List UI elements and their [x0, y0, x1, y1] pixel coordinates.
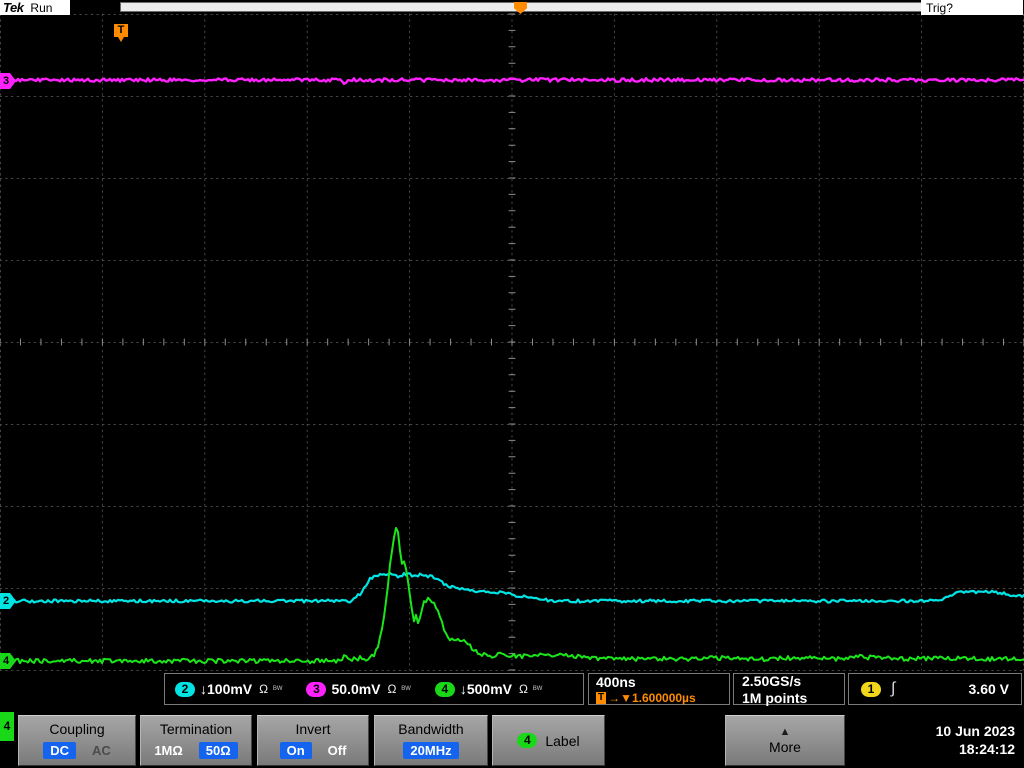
coupling-option-dc[interactable]: DC: [43, 742, 76, 759]
label-channel-badge: 4: [517, 733, 537, 748]
label-button-text: Label: [545, 733, 579, 749]
trigger-readout[interactable]: 1 ∫ 3.60 V: [848, 673, 1022, 705]
channel-3-bandwidth-limit-icon: ᴮᵂ: [402, 684, 411, 694]
record-view-bar[interactable]: [120, 2, 1022, 12]
channel-4-termination: Ω: [519, 682, 528, 696]
more-up-icon: ▲: [780, 727, 791, 737]
bandwidth-option-20mhz[interactable]: 20MHz: [403, 742, 458, 759]
trigger-slope-icon: ∫: [891, 680, 895, 698]
channel-4-scale: ↓500mV: [460, 681, 512, 697]
channel-2-readout[interactable]: 2 ↓100mV Ω ᴮᵂ: [175, 681, 282, 697]
channel-scale-readouts[interactable]: 2 ↓100mV Ω ᴮᵂ 3 50.0mV Ω ᴮᵂ 4 ↓500mV Ω ᴮ…: [164, 673, 584, 705]
bandwidth-title: Bandwidth: [375, 721, 487, 737]
trigger-status-box: Trig?: [921, 0, 1023, 15]
channel-2-scale: ↓100mV: [200, 681, 252, 697]
channel-2-bandwidth-limit-icon: ᴮᵂ: [273, 684, 282, 694]
invert-button[interactable]: Invert On Off: [257, 715, 369, 766]
horizontal-scale: 400ns: [596, 674, 636, 690]
termination-option-50ohm[interactable]: 50Ω: [199, 742, 238, 759]
channel-4-bandwidth-limit-icon: ᴮᵂ: [533, 684, 542, 694]
more-button[interactable]: ▲ More: [725, 715, 845, 766]
channel-3-badge: 3: [306, 682, 326, 697]
termination-option-1mohm[interactable]: 1MΩ: [154, 743, 182, 758]
acquisition-readout[interactable]: 2.50GS/s 1M points: [733, 673, 845, 705]
graticule-and-waveforms: [0, 0, 1024, 768]
trigger-status-label: Trig?: [926, 1, 953, 15]
trigger-position-readout: T →▼1.600000µs: [596, 691, 696, 705]
invert-option-off[interactable]: Off: [328, 743, 347, 758]
invert-title: Invert: [258, 721, 368, 737]
tek-logo: Tek: [3, 0, 23, 15]
termination-button[interactable]: Termination 1MΩ 50Ω: [140, 715, 252, 766]
active-channel-tab[interactable]: 4: [0, 712, 14, 741]
oscilloscope-screen: Tek Run Trig? T 3 2 4 2 ↓100mV Ω ᴮᵂ 3 50…: [0, 0, 1024, 768]
coupling-button[interactable]: Coupling DC AC: [18, 715, 136, 766]
top-status-area: Tek Run: [0, 0, 70, 15]
channel-3-termination: Ω: [388, 682, 397, 696]
channel-4-readout[interactable]: 4 ↓500mV Ω ᴮᵂ: [435, 681, 542, 697]
record-length: 1M points: [742, 690, 807, 706]
channel-3-readout[interactable]: 3 50.0mV Ω ᴮᵂ: [306, 681, 410, 697]
timebase-readout[interactable]: 400ns T →▼1.600000µs: [588, 673, 730, 705]
channel-2-badge: 2: [175, 682, 195, 697]
label-button[interactable]: 4 Label: [492, 715, 605, 766]
trigger-position-flag-icon[interactable]: T: [114, 24, 128, 37]
coupling-title: Coupling: [19, 721, 135, 737]
coupling-option-ac[interactable]: AC: [92, 743, 111, 758]
termination-title: Termination: [141, 721, 251, 737]
trigger-delay-value: →▼1.600000µs: [608, 691, 696, 705]
acquisition-run-state: Run: [30, 1, 52, 15]
more-button-text: More: [769, 739, 801, 755]
bandwidth-button[interactable]: Bandwidth 20MHz: [374, 715, 488, 766]
channel-4-badge: 4: [435, 682, 455, 697]
datetime-display: 10 Jun 2023 18:24:12: [903, 714, 1023, 766]
sample-rate: 2.50GS/s: [742, 673, 801, 689]
channel-3-scale: 50.0mV: [331, 681, 380, 697]
time-label: 18:24:12: [959, 741, 1015, 757]
channel-2-termination: Ω: [259, 682, 268, 696]
date-label: 10 Jun 2023: [936, 723, 1015, 739]
trigger-level-value: 3.60 V: [969, 681, 1009, 697]
invert-option-on[interactable]: On: [280, 742, 312, 759]
trigger-source-badge: 1: [861, 682, 881, 697]
trigger-t-icon: T: [596, 692, 606, 704]
